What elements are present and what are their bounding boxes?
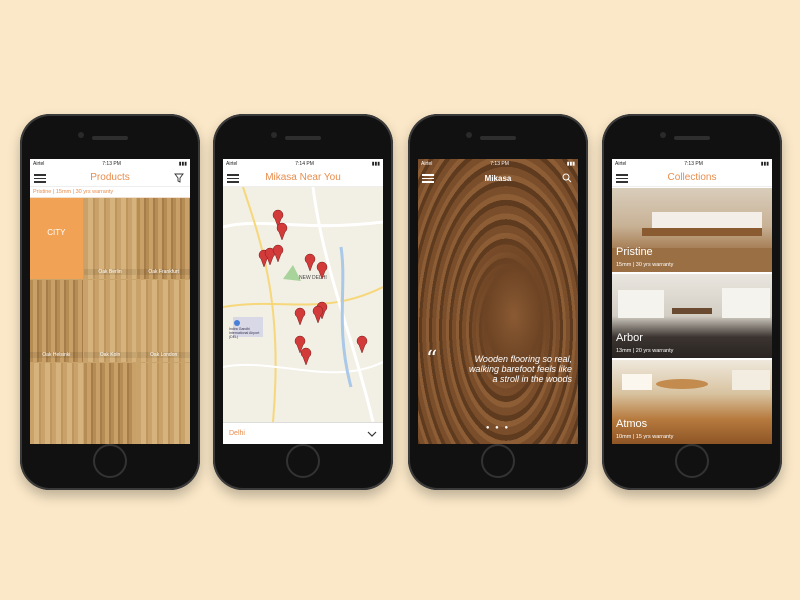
status-bar: Airtel 7:13 PM ▮▮▮ <box>418 159 578 169</box>
map-pin-icon <box>294 307 306 326</box>
earpiece <box>92 136 128 140</box>
battery-icon: ▮▮▮ <box>371 161 380 167</box>
map-pin-icon <box>304 253 316 272</box>
collection-card-atmos[interactable]: Atmos 10mm | 15 yrs warranty <box>612 360 772 444</box>
clock: 7:13 PM <box>490 161 509 167</box>
status-bar: Airtel 7:14 PM ▮▮▮ <box>223 159 383 169</box>
collections-screen: Airtel 7:13 PM ▮▮▮ Collections Pristine … <box>612 159 772 444</box>
home-button[interactable] <box>675 444 709 478</box>
camera <box>78 132 84 138</box>
map-pin-icon <box>312 305 324 324</box>
collection-meta: 15mm | 30 yrs warranty <box>616 262 674 268</box>
city-selector[interactable]: Delhi <box>223 422 383 444</box>
filter-icon[interactable] <box>174 173 184 183</box>
home-button[interactable] <box>481 444 515 478</box>
collection-name: Atmos <box>616 418 648 430</box>
clock: 7:14 PM <box>295 161 314 167</box>
product-tile[interactable] <box>137 362 190 444</box>
carrier: Airtel <box>33 161 45 167</box>
camera <box>660 132 666 138</box>
collection-card-pristine[interactable]: Pristine 15mm | 30 yrs warranty <box>612 188 772 272</box>
collection-card-arbor[interactable]: Arbor 13mm | 20 yrs warranty <box>612 274 772 358</box>
status-bar: Airtel 7:13 PM ▮▮▮ <box>612 159 772 169</box>
product-tile[interactable]: Oak Berlin <box>83 198 137 280</box>
store-map[interactable]: NEW DELHI Indira Gandhi International Ai… <box>223 186 383 423</box>
home-button[interactable] <box>286 444 320 478</box>
tagline: Wooden flooring so real, walking barefoo… <box>468 354 572 384</box>
product-tile[interactable]: Oak Helsinki <box>30 280 83 362</box>
bedroom-image <box>612 212 772 272</box>
menu-icon[interactable] <box>227 174 239 183</box>
phone-splash: Airtel 7:13 PM ▮▮▮ Mikasa “ Wooden floor… <box>408 114 588 490</box>
product-tile[interactable] <box>30 362 83 444</box>
map-pin-icon <box>356 335 368 354</box>
collection-meta: 10mm | 15 yrs warranty <box>616 434 674 440</box>
earpiece <box>285 136 321 140</box>
carrier: Airtel <box>615 161 627 167</box>
product-tile[interactable]: Oak Frankfurt <box>137 198 190 280</box>
menu-icon[interactable] <box>34 174 46 183</box>
map-pin-icon <box>316 261 328 280</box>
product-tile[interactable]: Oak Koln <box>83 280 137 362</box>
earpiece <box>674 136 710 140</box>
product-tile[interactable]: CITY <box>30 198 83 280</box>
product-grid: CITY Oak Berlin Oak Frankfurt Oak Helsin… <box>30 198 190 444</box>
page-title: Collections <box>667 172 717 183</box>
page-title: Mikasa Near You <box>265 172 341 183</box>
page-title: Products <box>90 172 130 183</box>
map-pins <box>258 209 368 366</box>
earpiece <box>480 136 516 140</box>
brand-logo: Mikasa <box>484 173 512 183</box>
camera <box>466 132 472 138</box>
lounge-image <box>622 370 770 390</box>
city-label: Delhi <box>229 430 245 437</box>
products-screen: Airtel 7:13 PM ▮▮▮ Products Pristine | 1… <box>30 159 190 444</box>
clock: 7:13 PM <box>102 161 121 167</box>
map-pin-icon <box>300 347 312 366</box>
map-pin-icon <box>276 222 288 241</box>
product-tile[interactable]: Oak London <box>137 280 190 362</box>
wood-background <box>418 159 578 444</box>
collection-name: Pristine <box>616 246 653 258</box>
battery-icon: ▮▮▮ <box>178 161 187 167</box>
splash-screen: Airtel 7:13 PM ▮▮▮ Mikasa “ Wooden floor… <box>418 159 578 444</box>
map-screen: Airtel 7:14 PM ▮▮▮ Mikasa Near You NEW D… <box>223 159 383 444</box>
nav-bar: Mikasa Near You <box>223 169 383 187</box>
battery-icon: ▮▮▮ <box>760 161 769 167</box>
product-tile[interactable] <box>83 362 137 444</box>
product-spec: Pristine | 15mm | 30 yrs warranty <box>30 187 190 198</box>
chevron-down-icon <box>367 431 377 437</box>
map-pin-icon <box>272 244 284 263</box>
living-room-image <box>618 288 770 318</box>
carrier: Airtel <box>226 161 238 167</box>
nav-bar: Mikasa <box>418 169 578 187</box>
page-dots[interactable]: ● ● ● <box>418 425 578 431</box>
collection-meta: 13mm | 20 yrs warranty <box>616 348 674 354</box>
phone-map: Airtel 7:14 PM ▮▮▮ Mikasa Near You NEW D… <box>213 114 393 490</box>
camera <box>271 132 277 138</box>
collection-name: Arbor <box>616 332 643 344</box>
nav-bar: Collections <box>612 169 772 187</box>
search-icon[interactable] <box>562 173 572 183</box>
phone-collections: Airtel 7:13 PM ▮▮▮ Collections Pristine … <box>602 114 782 490</box>
menu-icon[interactable] <box>422 174 434 183</box>
clock: 7:13 PM <box>684 161 703 167</box>
carrier: Airtel <box>421 161 433 167</box>
home-button[interactable] <box>93 444 127 478</box>
phone-products: Airtel 7:13 PM ▮▮▮ Products Pristine | 1… <box>20 114 200 490</box>
menu-icon[interactable] <box>616 174 628 183</box>
battery-icon: ▮▮▮ <box>566 161 575 167</box>
status-bar: Airtel 7:13 PM ▮▮▮ <box>30 159 190 169</box>
nav-bar: Products <box>30 169 190 187</box>
